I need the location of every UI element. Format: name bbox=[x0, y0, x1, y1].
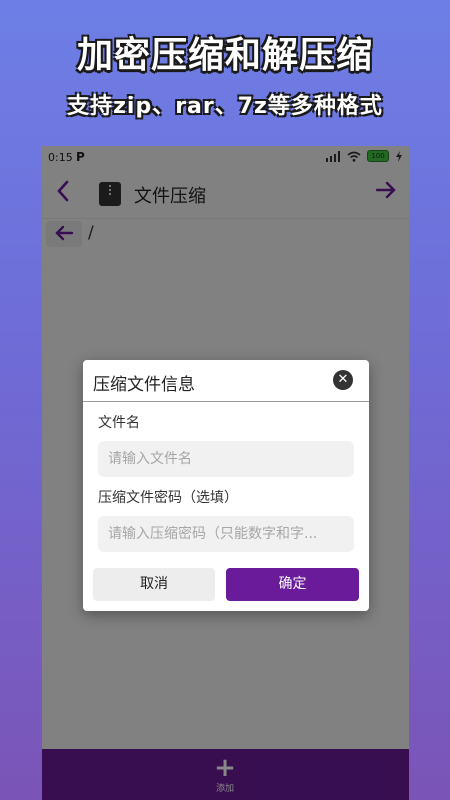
dialog-title: 压缩文件信息 bbox=[93, 375, 195, 395]
password-input[interactable] bbox=[98, 516, 354, 552]
cancel-button[interactable]: 取消 bbox=[93, 568, 215, 601]
filename-label: 文件名 bbox=[98, 415, 140, 431]
filename-input[interactable] bbox=[98, 441, 354, 477]
promo-subtitle: 支持zip、rar、7z等多种格式 bbox=[67, 94, 383, 119]
password-label: 压缩文件密码（选填） bbox=[98, 490, 238, 506]
confirm-button[interactable]: 确定 bbox=[226, 568, 359, 601]
promo-title: 加密压缩和解压缩 bbox=[76, 35, 373, 76]
close-circle-icon[interactable]: ✕ bbox=[333, 370, 353, 390]
compress-info-dialog: 压缩文件信息 ✕ 文件名 压缩文件密码（选填） 取消 确定 bbox=[83, 360, 369, 611]
dialog-header: 压缩文件信息 ✕ bbox=[83, 360, 369, 402]
